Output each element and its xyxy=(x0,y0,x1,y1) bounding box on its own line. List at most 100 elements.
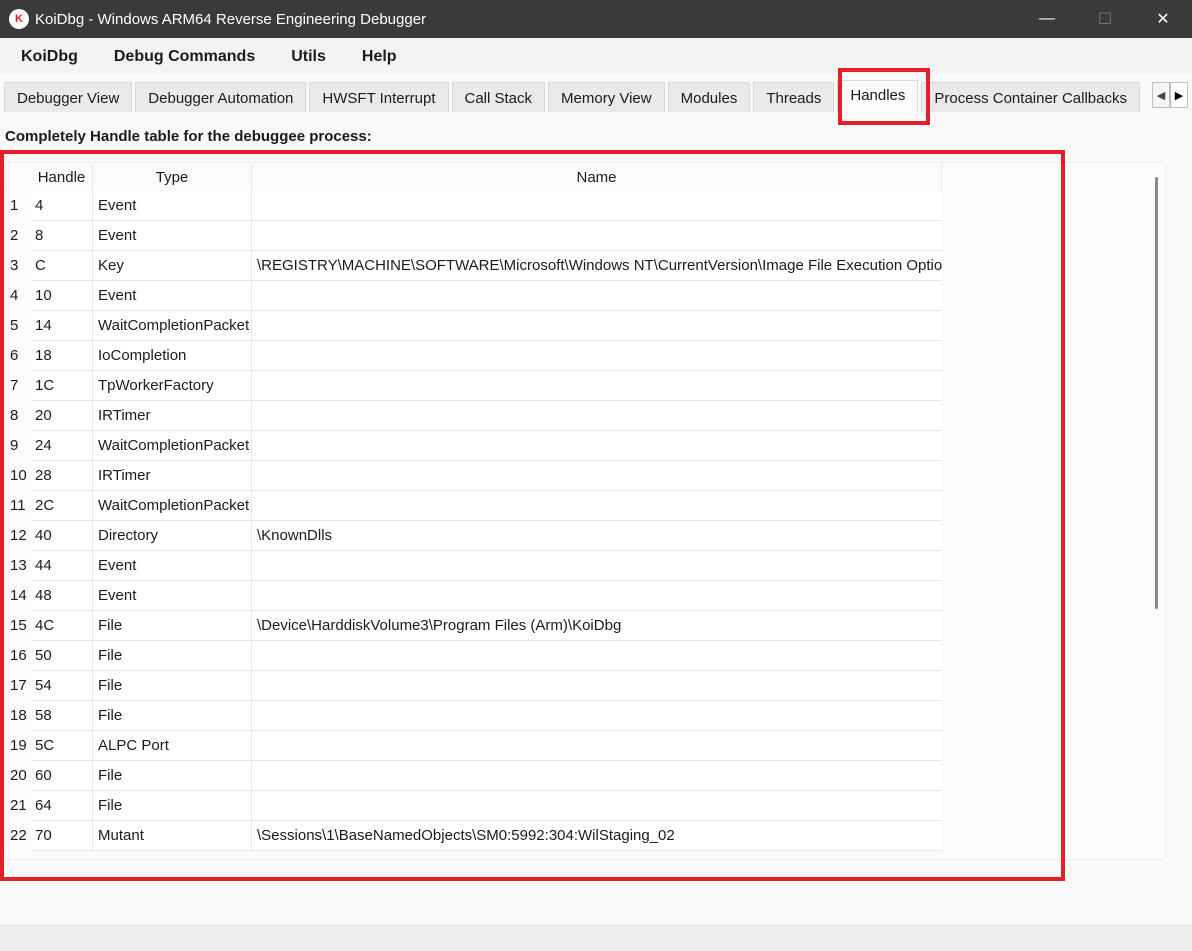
name-cell[interactable] xyxy=(252,491,942,521)
table-row[interactable]: 15 4C File \Device\HarddiskVolume3\Program … xyxy=(4,611,942,641)
type-cell[interactable]: WaitCompletionPacket xyxy=(93,491,252,521)
type-cell[interactable]: Event xyxy=(93,221,252,251)
type-cell[interactable]: Event xyxy=(93,551,252,581)
handle-cell[interactable]: 2C xyxy=(31,491,93,521)
handle-cell[interactable]: 40 xyxy=(31,521,93,551)
table-row[interactable]: 6 18 IoCompletion xyxy=(4,341,942,371)
tab-debugger-view[interactable]: Debugger View xyxy=(4,82,133,112)
type-cell[interactable]: Mutant xyxy=(93,821,252,851)
handle-cell[interactable]: 64 xyxy=(31,791,93,821)
name-cell[interactable] xyxy=(252,431,942,461)
type-cell[interactable]: ALPC Port xyxy=(93,731,252,761)
table-row[interactable]: 5 14 WaitCompletionPacket xyxy=(4,311,942,341)
type-cell[interactable]: Key xyxy=(93,251,252,281)
type-cell[interactable]: IRTimer xyxy=(93,461,252,491)
type-cell[interactable]: TpWorkerFactory xyxy=(93,371,252,401)
type-cell[interactable]: Event xyxy=(93,581,252,611)
handle-cell[interactable]: 8 xyxy=(31,221,93,251)
type-cell[interactable]: WaitCompletionPacket xyxy=(93,431,252,461)
handle-cell[interactable]: 18 xyxy=(31,341,93,371)
type-cell[interactable]: File xyxy=(93,701,252,731)
type-cell[interactable]: File xyxy=(93,671,252,701)
handle-cell[interactable]: 14 xyxy=(31,311,93,341)
type-cell[interactable]: File xyxy=(93,641,252,671)
handle-cell[interactable]: 50 xyxy=(31,641,93,671)
name-cell[interactable] xyxy=(252,791,942,821)
table-row[interactable]: 2 8 Event xyxy=(4,221,942,251)
handle-cell[interactable]: 4 xyxy=(31,191,93,221)
tab-hwsft-interrupt[interactable]: HWSFT Interrupt xyxy=(309,82,449,112)
minimize-button[interactable]: — xyxy=(1018,0,1076,38)
column-header-name[interactable]: Name xyxy=(252,163,942,191)
name-cell[interactable] xyxy=(252,761,942,791)
handle-cell[interactable]: 10 xyxy=(31,281,93,311)
menu-koidbg[interactable]: KoiDbg xyxy=(0,38,96,74)
type-cell[interactable]: File xyxy=(93,791,252,821)
column-header-handle[interactable]: Handle xyxy=(31,163,93,191)
table-row[interactable]: 21 64 File xyxy=(4,791,942,821)
tab-handles[interactable]: Handles xyxy=(837,80,919,112)
tab-memory-view[interactable]: Memory View xyxy=(548,82,665,112)
name-cell[interactable]: \REGISTRY\MACHINE\SOFTWARE\Microsoft\Win… xyxy=(252,251,942,281)
table-row[interactable]: 3 C Key \REGISTRY\MACHINE\SOFTWARE\Microsof… xyxy=(4,251,942,281)
menu-help[interactable]: Help xyxy=(344,38,415,74)
vertical-scrollbar[interactable] xyxy=(1155,177,1158,609)
tab-modules[interactable]: Modules xyxy=(667,82,751,112)
type-cell[interactable]: IoCompletion xyxy=(93,341,252,371)
table-row[interactable]: 9 24 WaitCompletionPacket xyxy=(4,431,942,461)
handle-cell[interactable]: 60 xyxy=(31,761,93,791)
table-row[interactable]: 10 28 IRTimer xyxy=(4,461,942,491)
name-cell[interactable] xyxy=(252,341,942,371)
name-cell[interactable] xyxy=(252,461,942,491)
table-row[interactable]: 13 44 Event xyxy=(4,551,942,581)
handle-cell[interactable]: 54 xyxy=(31,671,93,701)
name-cell[interactable]: \Device\HarddiskVolume3\Program Files (A… xyxy=(252,611,942,641)
handle-cell[interactable]: 20 xyxy=(31,401,93,431)
name-cell[interactable]: \KnownDlls xyxy=(252,521,942,551)
handle-cell[interactable]: 28 xyxy=(31,461,93,491)
name-cell[interactable] xyxy=(252,191,942,221)
table-row[interactable]: 12 40 Directory \KnownDlls xyxy=(4,521,942,551)
type-cell[interactable]: Event xyxy=(93,281,252,311)
tab-process-container-callbacks[interactable]: Process Container Callbacks xyxy=(921,82,1140,112)
table-row[interactable]: 1 4 Event xyxy=(4,191,942,221)
handle-cell[interactable]: 48 xyxy=(31,581,93,611)
menu-debug-commands[interactable]: Debug Commands xyxy=(96,38,273,74)
tab-scroll-right-button[interactable]: ▶ xyxy=(1170,82,1188,108)
name-cell[interactable] xyxy=(252,641,942,671)
name-cell[interactable] xyxy=(252,221,942,251)
handle-cell[interactable]: C xyxy=(31,251,93,281)
table-row[interactable]: 16 50 File xyxy=(4,641,942,671)
type-cell[interactable]: WaitCompletionPacket xyxy=(93,311,252,341)
column-header-type[interactable]: Type xyxy=(93,163,252,191)
handle-cell[interactable]: 70 xyxy=(31,821,93,851)
type-cell[interactable]: Event xyxy=(93,191,252,221)
handle-cell[interactable]: 1C xyxy=(31,371,93,401)
name-cell[interactable] xyxy=(252,401,942,431)
handle-cell[interactable]: 44 xyxy=(31,551,93,581)
close-button[interactable]: ✕ xyxy=(1134,0,1192,38)
table-row[interactable]: 4 10 Event xyxy=(4,281,942,311)
type-cell[interactable]: IRTimer xyxy=(93,401,252,431)
type-cell[interactable]: File xyxy=(93,761,252,791)
table-row[interactable]: 11 2C WaitCompletionPacket xyxy=(4,491,942,521)
handle-cell[interactable]: 58 xyxy=(31,701,93,731)
name-cell[interactable] xyxy=(252,551,942,581)
table-row[interactable]: 20 60 File xyxy=(4,761,942,791)
table-row[interactable]: 19 5C ALPC Port xyxy=(4,731,942,761)
menu-utils[interactable]: Utils xyxy=(273,38,344,74)
table-row[interactable]: 22 70 Mutant \Sessions\1\BaseNamedObjects\S… xyxy=(4,821,942,851)
table-row[interactable]: 17 54 File xyxy=(4,671,942,701)
name-cell[interactable]: \Sessions\1\BaseNamedObjects\SM0:5992:30… xyxy=(252,821,942,851)
tab-debugger-automation[interactable]: Debugger Automation xyxy=(135,82,307,112)
type-cell[interactable]: File xyxy=(93,611,252,641)
table-row[interactable]: 7 1C TpWorkerFactory xyxy=(4,371,942,401)
name-cell[interactable] xyxy=(252,701,942,731)
name-cell[interactable] xyxy=(252,311,942,341)
name-cell[interactable] xyxy=(252,281,942,311)
handle-cell[interactable]: 24 xyxy=(31,431,93,461)
table-row[interactable]: 8 20 IRTimer xyxy=(4,401,942,431)
tab-call-stack[interactable]: Call Stack xyxy=(451,82,546,112)
name-cell[interactable] xyxy=(252,371,942,401)
handle-cell[interactable]: 5C xyxy=(31,731,93,761)
